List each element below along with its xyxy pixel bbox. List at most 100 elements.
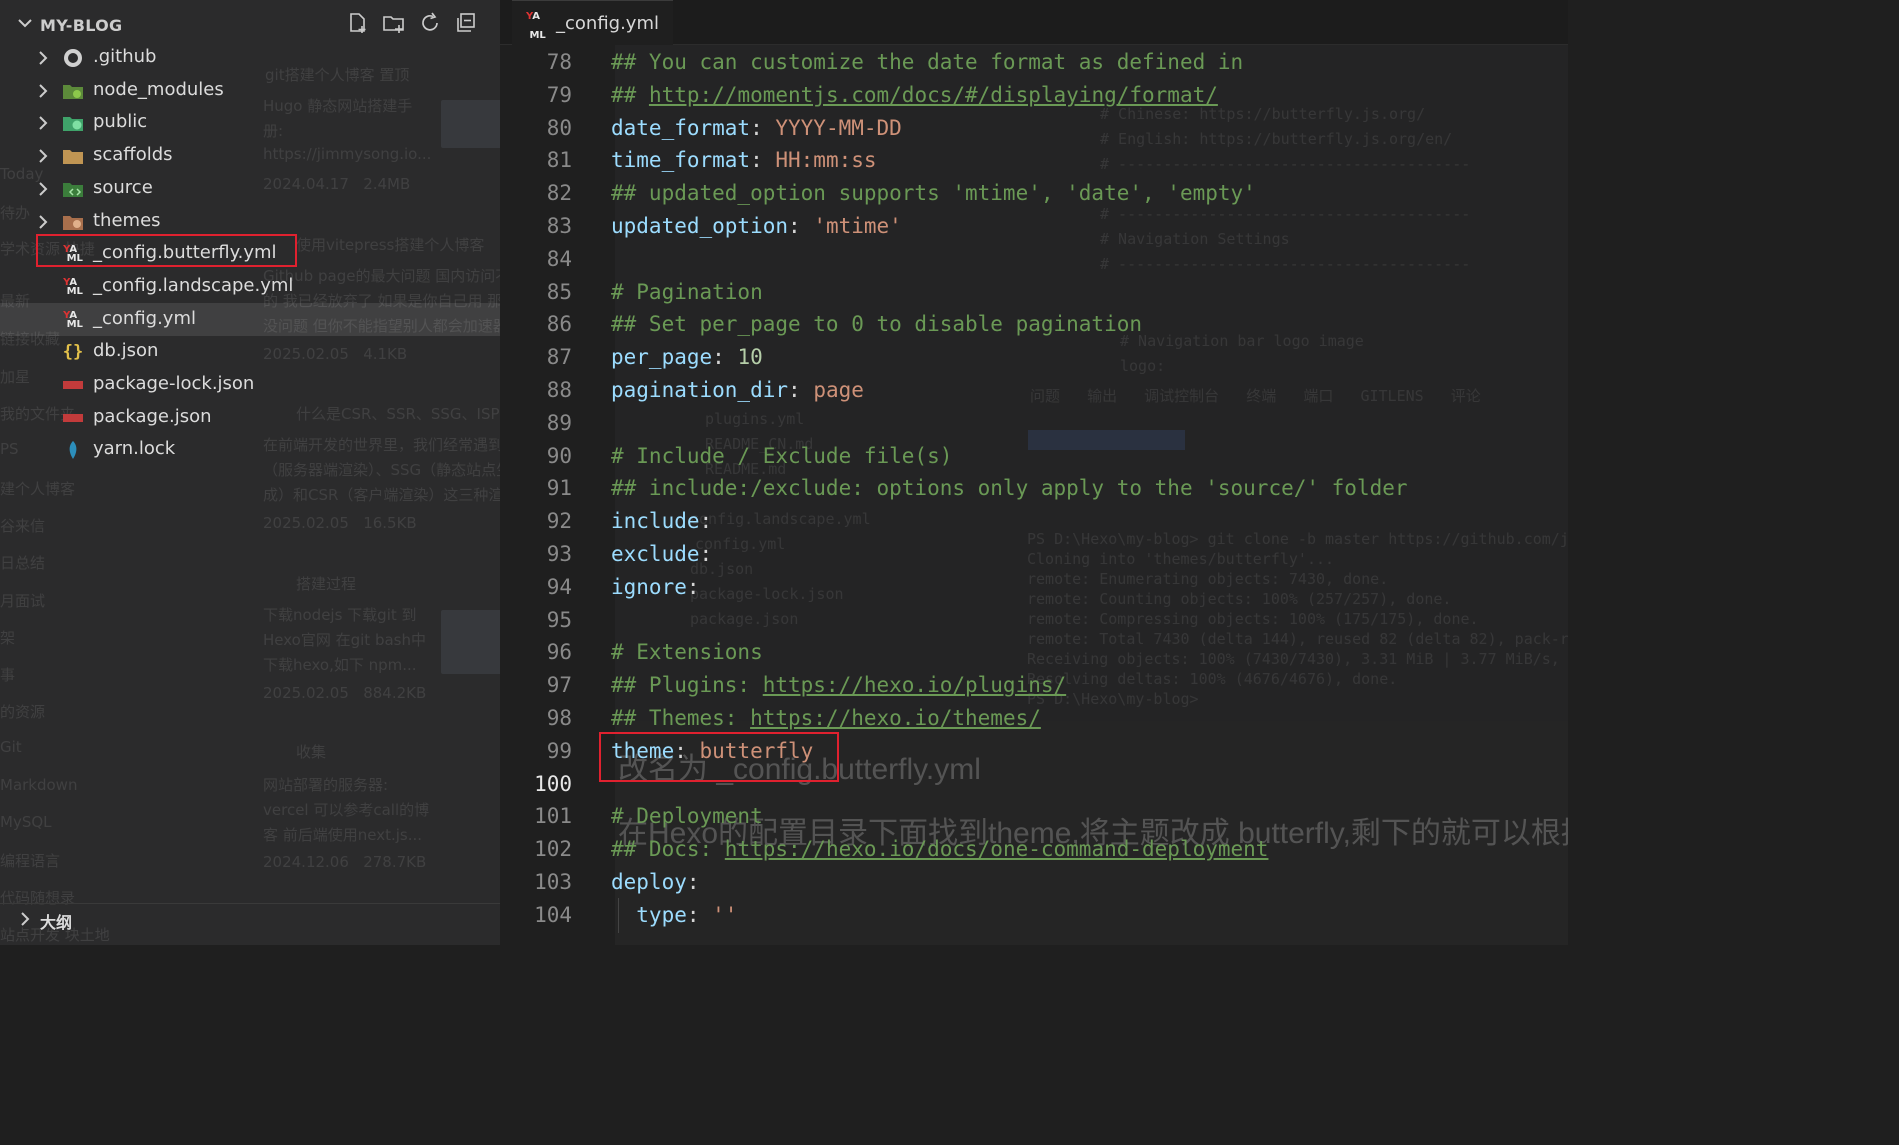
comment-text: ## Set per_page to 0 to disable paginati… [611,312,1143,337]
file-name: db.json [93,340,159,361]
comment-text: ## Docs: [611,837,725,862]
outline-section-header[interactable]: 大纲 [0,903,500,934]
yaml-key: updated_option [611,214,789,238]
yaml-colon: : [788,214,814,238]
code-line[interactable]: 93 exclude: [500,539,1568,572]
code-line[interactable]: 81 time_format: HH:mm:ss [500,145,1568,178]
code-line[interactable]: 87 per_page: 10 [500,342,1568,375]
yaml-value: 10 [737,345,763,370]
yaml-value: YYYY-MM-DD [775,115,902,140]
code-line[interactable]: 94 ignore: [500,572,1568,605]
file-name: package-lock.json [93,373,255,394]
explorer-header[interactable]: MY-BLOG [0,6,500,40]
line-number: 101 [534,804,572,829]
code-line[interactable]: 79 ## http://momentjs.com/docs/#/displayi… [500,80,1568,113]
yaml-key: type [611,902,687,927]
tree-item-yarn-lock[interactable]: yarn.lock [0,433,500,466]
code-line[interactable]: 91 ## include:/exclude: options only appl… [500,473,1568,506]
code-line[interactable]: 92 include: [500,506,1568,539]
collapse-all-icon[interactable] [453,10,479,36]
code-line[interactable]: 104 type: '' [500,900,1568,933]
tree-item-source[interactable]: source [0,172,500,205]
code-line[interactable]: 96 # Extensions [500,637,1568,670]
code-line[interactable]: 80 date_format: YYYY-MM-DD [500,113,1568,146]
file-name: themes [93,210,161,231]
chevron-right-icon [21,912,30,926]
line-number: 82 [546,181,572,206]
file-name: _config.yml [93,308,196,329]
yaml-icon: YA ML [63,277,83,297]
line-number: 86 [546,312,572,337]
tree-item-db-json[interactable]: {} db.json [0,335,500,368]
code-line[interactable]: 84 [500,244,1568,277]
yaml-key: exclude [611,542,700,566]
line-number: 79 [546,82,572,107]
code-line[interactable]: 82 ## updated_option supports 'mtime', 'd… [500,178,1568,211]
code-line[interactable]: 95 [500,605,1568,638]
yaml-colon: : [712,345,738,370]
project-title[interactable]: MY-BLOG [40,16,122,35]
code-text: ## include:/exclude: options only apply … [611,476,1408,500]
line-number: 91 [546,476,572,501]
chevron-right-icon [39,116,48,130]
code-line[interactable]: 88 pagination_dir: page [500,375,1568,408]
code-text: ## updated_option supports 'mtime', 'dat… [611,181,1256,205]
tree-item-config[interactable]: YA ML _config.yml [0,303,500,336]
chevron-down-icon[interactable] [16,14,34,32]
annotation-highlight-box [599,732,839,782]
chevron-right-icon [39,215,48,229]
code-editor[interactable]: # Chinese: https://butterfly.js.org/ # E… [500,0,1568,945]
annotation-highlight-box [36,234,297,267]
line-number: 90 [546,443,572,468]
code-text: # Pagination [611,280,763,304]
tree-item-package-json[interactable]: package.json [0,401,500,434]
code-text: pagination_dir: page [611,378,864,402]
tree-item-github[interactable]: .github [0,41,500,74]
yaml-key: deploy [611,870,687,894]
yarn-icon [62,439,84,461]
code-line[interactable]: 102 ## Docs: https://hexo.io/docs/one-com… [500,834,1568,867]
code-line[interactable]: 97 ## Plugins: https://hexo.io/plugins/ [500,670,1568,703]
refresh-icon[interactable] [417,10,443,36]
code-line[interactable]: 83 updated_option: 'mtime' [500,211,1568,244]
line-number: 84 [546,246,572,271]
code-line[interactable]: 103 deploy: [500,867,1568,900]
yaml-key: per_page [611,345,713,370]
comment-link: https://hexo.io/themes/ [750,706,1041,730]
tree-item-node-modules[interactable]: node_modules [0,74,500,107]
new-file-icon[interactable] [345,10,371,36]
line-number: 85 [546,279,572,304]
line-number: 96 [546,640,572,665]
code-text: # Deployment [611,804,763,828]
line-number: 83 [546,214,572,238]
code-text: updated_option: 'mtime' [611,214,902,238]
line-number: 92 [546,509,572,534]
yaml-key: date_format [611,115,751,140]
line-number: 95 [546,607,572,632]
tree-item-package-lock[interactable]: package-lock.json [0,368,500,401]
code-line[interactable]: 78 ## You can customize the date format a… [500,47,1568,80]
tree-item-scaffolds[interactable]: scaffolds [0,139,500,172]
code-text: # Include / Exclude file(s) [611,444,952,468]
code-line[interactable]: 86 ## Set per_page to 0 to disable pagina… [500,309,1568,342]
explorer-sidebar: git搭建个人博客 置顶 Hugo 静态网站搭建手 册: https://jim… [0,0,500,945]
npm-icon [62,407,84,429]
comment-text: # Include / Exclude file(s) [611,443,953,468]
code-line[interactable]: 89 [500,408,1568,441]
code-line[interactable]: 90 # Include / Exclude file(s) [500,441,1568,474]
code-text: exclude: [611,542,725,566]
tree-item-public[interactable]: public [0,106,500,139]
code-line[interactable]: 101 # Deployment [500,801,1568,834]
tree-item-config-landscape[interactable]: YA ML _config.landscape.yml [0,270,500,303]
indent-guide [618,898,619,933]
new-folder-icon[interactable] [381,10,407,36]
yaml-key: include [611,509,700,534]
tab-config-yml[interactable]: YA ML _config.yml [512,0,673,45]
code-text: ## Set per_page to 0 to disable paginati… [611,312,1142,336]
file-name: package.json [93,406,212,427]
yaml-colon: : [750,148,776,173]
tab-label: _config.yml [556,12,659,34]
tab-bar: YA ML _config.yml [500,0,1568,45]
code-line[interactable]: 85 # Pagination [500,277,1568,310]
source-folder-icon [62,178,84,200]
